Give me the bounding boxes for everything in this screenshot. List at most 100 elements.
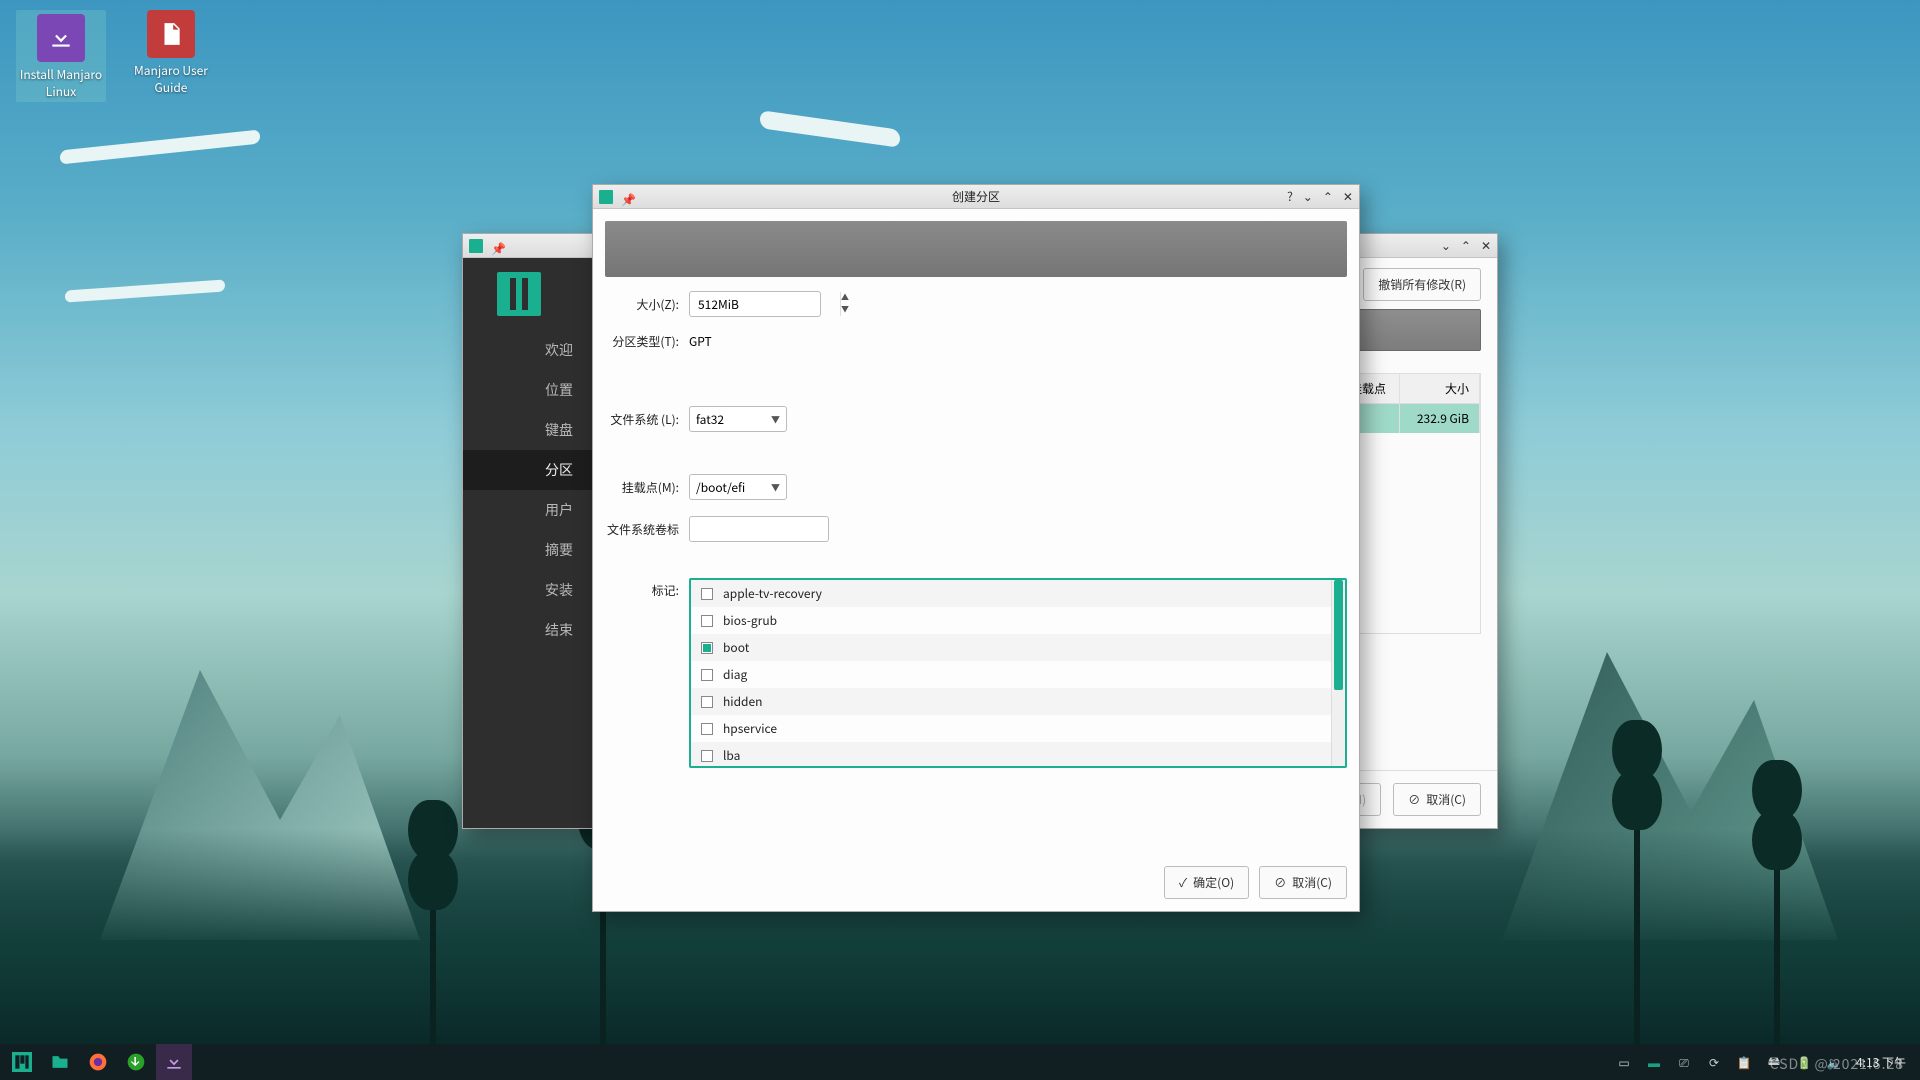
nav-item-0[interactable]: 欢迎 xyxy=(463,330,593,370)
taskbar-app-installer[interactable] xyxy=(156,1044,192,1080)
flag-label: boot xyxy=(723,639,749,656)
pin-icon[interactable]: 📌 xyxy=(491,240,503,252)
desktop-icon-user-guide[interactable]: Manjaro User Guide xyxy=(126,10,216,96)
flag-label: hidden xyxy=(723,693,762,710)
minimize-icon[interactable]: ⌄ xyxy=(1441,237,1451,254)
tree-decoration xyxy=(1774,790,1780,1050)
desktop-icon-label: Install Manjaro Linux xyxy=(18,66,104,100)
nav-item-5[interactable]: 摘要 xyxy=(463,530,593,570)
flag-bios-grub[interactable]: bios-grub xyxy=(691,607,1331,634)
checkbox[interactable] xyxy=(701,642,713,654)
label-size: 大小(Z): xyxy=(605,296,689,313)
checkbox[interactable] xyxy=(701,750,713,762)
spin-up-icon[interactable]: ▲ xyxy=(841,292,849,304)
maximize-icon[interactable]: ⌃ xyxy=(1323,188,1333,205)
download-icon xyxy=(48,25,74,51)
flags-list[interactable]: apple-tv-recovery bios-grub boot diag hidden… xyxy=(691,580,1331,766)
maximize-icon[interactable]: ⌃ xyxy=(1461,237,1471,254)
desktop-icon-label: Manjaro User Guide xyxy=(126,62,216,96)
minimize-icon[interactable]: ⌄ xyxy=(1303,188,1313,205)
filesystem-select[interactable]: fat32▼ xyxy=(689,406,787,432)
checkbox[interactable] xyxy=(701,615,713,627)
taskbar: ▭ ▬ ⎚ ⟳ 📋 🖴 🔋 🔈 4:13 下午 xyxy=(0,1044,1920,1080)
cloud-decoration xyxy=(60,129,260,164)
installer-sidebar: 欢迎位置键盘分区用户摘要安装结束 xyxy=(463,258,593,828)
scrollbar[interactable] xyxy=(1331,580,1345,766)
titlebar[interactable]: 📌 创建分区 ? ⌄ ⌃ ✕ xyxy=(593,185,1359,209)
cancel-icon: ⊘ xyxy=(1408,791,1420,808)
nav-item-6[interactable]: 安装 xyxy=(463,570,593,610)
close-icon[interactable]: ✕ xyxy=(1481,237,1491,254)
app-launcher-button[interactable] xyxy=(4,1044,40,1080)
create-partition-dialog: 📌 创建分区 ? ⌄ ⌃ ✕ 大小(Z): ▲▼ 分区类型(T): GPT xyxy=(592,184,1360,912)
tree-decoration xyxy=(430,830,436,1050)
flag-diag[interactable]: diag xyxy=(691,661,1331,688)
flag-hpservice[interactable]: hpservice xyxy=(691,715,1331,742)
pdf-icon xyxy=(158,21,184,47)
cancel-icon: ⊘ xyxy=(1274,874,1286,891)
check-icon: ✓ xyxy=(1179,874,1187,891)
nav-item-1[interactable]: 位置 xyxy=(463,370,593,410)
cancel-button[interactable]: ⊘取消(C) xyxy=(1393,783,1481,816)
flag-label: lba xyxy=(723,747,740,764)
scrollbar-thumb[interactable] xyxy=(1334,580,1343,690)
fs-label-input[interactable] xyxy=(689,516,829,542)
cloud-decoration xyxy=(65,279,225,302)
manjaro-icon xyxy=(12,1052,32,1072)
tray-display-icon[interactable]: ▬ xyxy=(1646,1054,1662,1070)
cloud-decoration xyxy=(760,110,900,148)
flag-lba[interactable]: lba xyxy=(691,742,1331,766)
checkbox[interactable] xyxy=(701,588,713,600)
tray-updates-icon[interactable]: ⟳ xyxy=(1706,1054,1722,1070)
checkbox[interactable] xyxy=(701,696,713,708)
nav-item-3[interactable]: 分区 xyxy=(463,450,593,490)
nav-item-7[interactable]: 结束 xyxy=(463,610,593,650)
checkbox[interactable] xyxy=(701,723,713,735)
label-fs-label: 文件系统卷标 xyxy=(605,521,689,538)
firefox-icon xyxy=(88,1052,108,1072)
size-input[interactable] xyxy=(690,296,840,313)
nav-item-4[interactable]: 用户 xyxy=(463,490,593,530)
app-icon xyxy=(599,190,613,204)
folder-icon xyxy=(50,1052,70,1072)
download-button[interactable] xyxy=(118,1044,154,1080)
column-size: 大小 xyxy=(1400,374,1480,403)
chevron-down-icon: ▼ xyxy=(771,413,780,426)
pin-icon[interactable]: 📌 xyxy=(621,191,633,203)
ok-button[interactable]: ✓确定(O) xyxy=(1164,866,1249,899)
tray-desktop-icon[interactable]: ▭ xyxy=(1616,1054,1632,1070)
flag-apple-tv-recovery[interactable]: apple-tv-recovery xyxy=(691,580,1331,607)
spin-down-icon[interactable]: ▼ xyxy=(841,304,849,316)
desktop: Install Manjaro Linux Manjaro User Guide… xyxy=(0,0,1920,1080)
nav-item-2[interactable]: 键盘 xyxy=(463,410,593,450)
tray-network-icon[interactable]: ⎚ xyxy=(1676,1054,1692,1070)
firefox-button[interactable] xyxy=(80,1044,116,1080)
flag-label: apple-tv-recovery xyxy=(723,585,822,602)
flag-hidden[interactable]: hidden xyxy=(691,688,1331,715)
cancel-button[interactable]: ⊘取消(C) xyxy=(1259,866,1347,899)
size-spinner[interactable]: ▲▼ xyxy=(689,291,821,317)
file-manager-button[interactable] xyxy=(42,1044,78,1080)
flag-label: hpservice xyxy=(723,720,777,737)
download-circle-icon xyxy=(126,1052,146,1072)
tray-clipboard-icon[interactable]: 📋 xyxy=(1736,1054,1752,1070)
partition-preview-bar[interactable] xyxy=(605,221,1347,277)
dialog-title: 创建分区 xyxy=(952,188,1000,205)
label-flags: 标记: xyxy=(605,578,689,599)
close-icon[interactable]: ✕ xyxy=(1343,188,1353,205)
label-filesystem: 文件系统 (L): xyxy=(605,411,689,428)
label-partition-type: 分区类型(T): xyxy=(605,333,689,350)
manjaro-logo-icon xyxy=(497,272,541,316)
chevron-down-icon: ▼ xyxy=(771,481,780,494)
installer-task-icon xyxy=(164,1052,184,1072)
mountpoint-select[interactable]: /boot/efi▼ xyxy=(689,474,787,500)
partition-type-value: GPT xyxy=(689,333,712,350)
help-icon[interactable]: ? xyxy=(1287,188,1293,205)
desktop-icon-install-manjaro[interactable]: Install Manjaro Linux xyxy=(16,10,106,102)
checkbox[interactable] xyxy=(701,669,713,681)
flag-label: diag xyxy=(723,666,747,683)
flag-boot[interactable]: boot xyxy=(691,634,1331,661)
undo-all-button[interactable]: 撤销所有修改(R) xyxy=(1363,268,1481,301)
cell-size: 232.9 GiB xyxy=(1400,404,1480,433)
watermark: CSDN @ 2021.6.28 xyxy=(1770,1054,1904,1074)
